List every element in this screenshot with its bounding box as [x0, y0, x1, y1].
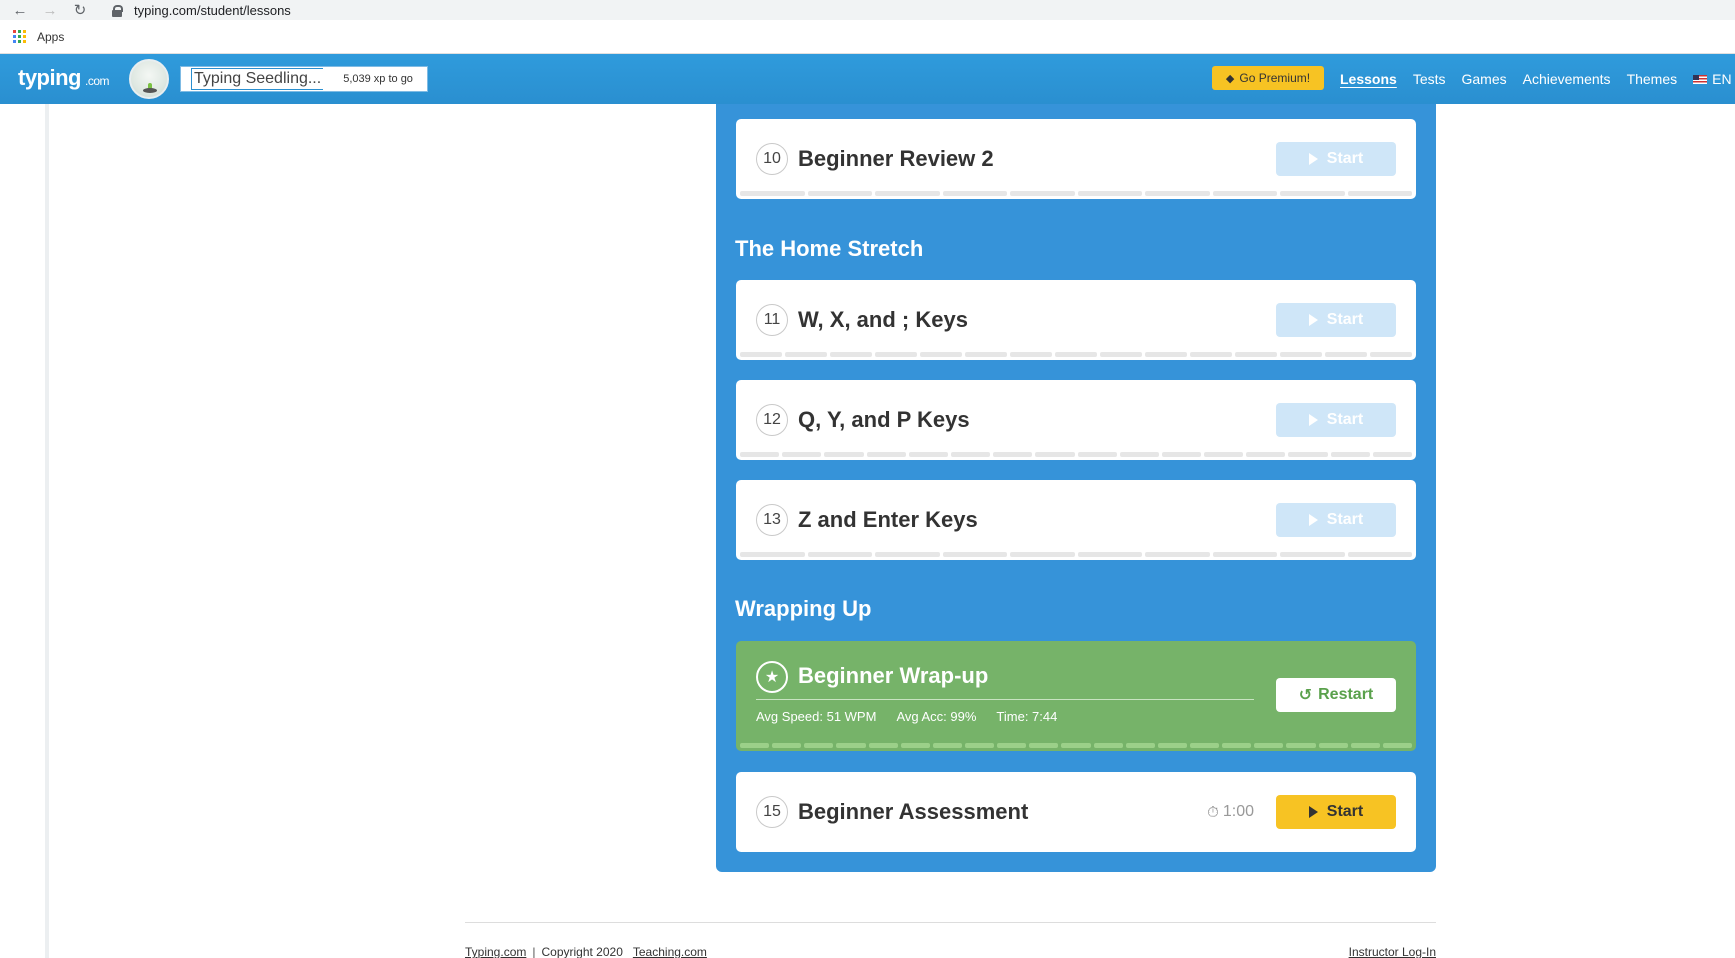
lesson-card-15[interactable]: 15 Beginner Assessment ⏱ 1:00 Start [736, 772, 1416, 852]
section-title-wrapping-up: Wrapping Up [735, 596, 872, 621]
lesson-title: Q, Y, and P Keys [798, 407, 970, 432]
start-label: Start [1326, 511, 1364, 528]
level-name: Typing Seedling... [191, 68, 324, 90]
xp-level-box[interactable]: Typing Seedling... 5,039 xp to go [180, 66, 428, 92]
lesson-title: Beginner Review 2 [798, 146, 994, 171]
browser-address-bar: ← → ↻ typing.com/student/lessons [0, 0, 1735, 20]
language-selector[interactable]: EN [1712, 71, 1731, 87]
divider [756, 699, 1254, 700]
nav-themes[interactable]: Themes [1627, 71, 1678, 87]
lesson-number: 12 [756, 404, 788, 436]
start-label: Start [1326, 411, 1364, 428]
apps-bookmark[interactable]: Apps [37, 30, 64, 44]
lesson-card-13[interactable]: 13 Z and Enter Keys Start [736, 480, 1416, 560]
back-arrow-icon[interactable]: ← [9, 0, 31, 20]
lesson-progress [740, 191, 1412, 196]
lesson-card-12[interactable]: 12 Q, Y, and P Keys Start [736, 380, 1416, 460]
lesson-card-10[interactable]: 10 Beginner Review 2 Start [736, 119, 1416, 199]
lesson-time: Time: 7:44 [996, 709, 1058, 724]
site-logo[interactable]: typing .com [18, 65, 110, 91]
start-button[interactable]: Start [1276, 403, 1396, 437]
nav-tests[interactable]: Tests [1413, 71, 1446, 87]
lesson-number: 11 [756, 304, 788, 336]
page-side-border [45, 104, 49, 958]
main-nav: Lessons Tests Games Achievements Themes … [1340, 54, 1732, 104]
site-header: typing .com Typing Seedling... 5,039 xp t… [0, 54, 1735, 104]
lesson-number: 13 [756, 504, 788, 536]
avg-accuracy: Avg Acc: 99% [896, 709, 977, 724]
start-label: Start [1326, 150, 1364, 167]
nav-achievements[interactable]: Achievements [1523, 71, 1611, 87]
apps-grid-icon[interactable] [13, 29, 27, 44]
lessons-panel: 10 Beginner Review 2 Start The Home Stre… [716, 104, 1436, 872]
us-flag-icon [1693, 74, 1708, 84]
logo-text: typing [18, 65, 82, 90]
lesson-progress [740, 352, 1412, 357]
play-icon [1308, 153, 1318, 165]
footer-right: Instructor Log-In [1349, 945, 1436, 958]
start-label: Start [1326, 311, 1364, 328]
play-icon [1308, 806, 1318, 818]
lesson-number: 10 [756, 143, 788, 175]
instructor-login-link[interactable]: Instructor Log-In [1349, 945, 1436, 958]
nav-games[interactable]: Games [1462, 71, 1507, 87]
lesson-title: Z and Enter Keys [798, 507, 978, 532]
footer-teaching-link[interactable]: Teaching.com [633, 945, 707, 958]
premium-label: Go Premium! [1239, 71, 1311, 85]
url-text: typing.com/student/lessons [134, 2, 291, 18]
logo-suffix: .com [85, 74, 110, 88]
start-button[interactable]: Start [1276, 795, 1396, 829]
bookmarks-bar: Apps [0, 20, 1735, 54]
play-icon [1308, 514, 1318, 526]
lesson-progress [740, 452, 1412, 457]
history-icon: ↺ [1298, 687, 1313, 704]
nav-lessons[interactable]: Lessons [1340, 71, 1397, 87]
star-icon: ★ [756, 661, 788, 693]
url-field[interactable]: typing.com/student/lessons [112, 0, 291, 20]
play-icon [1308, 414, 1318, 426]
footer-copyright: Copyright 2020 [541, 945, 623, 958]
gem-icon: ◆ [1225, 72, 1235, 85]
restart-button[interactable]: ↺ Restart [1276, 678, 1396, 712]
footer-separator: | [532, 945, 536, 958]
timer-value: 1:00 [1222, 803, 1254, 820]
lock-icon [112, 5, 123, 17]
footer-divider [465, 922, 1436, 923]
lesson-stats: Avg Speed: 51 WPM Avg Acc: 99% Time: 7:4… [756, 709, 1077, 724]
avg-speed: Avg Speed: 51 WPM [756, 709, 877, 724]
section-title-home-stretch: The Home Stretch [735, 236, 924, 261]
lesson-progress [740, 552, 1412, 557]
start-button[interactable]: Start [1276, 303, 1396, 337]
lesson-number: 15 [756, 796, 788, 828]
lesson-timer: ⏱ 1:00 [1207, 803, 1254, 821]
lesson-progress [740, 743, 1412, 748]
go-premium-button[interactable]: ◆ Go Premium! [1212, 66, 1324, 90]
reload-icon[interactable]: ↻ [69, 0, 91, 20]
xp-to-go: 5,039 xp to go [343, 73, 413, 85]
lesson-title: Beginner Wrap-up [798, 663, 989, 688]
avatar[interactable] [129, 59, 169, 99]
lesson-title: W, X, and ; Keys [798, 307, 968, 332]
footer: Typing.com | Copyright 2020 Teaching.com [465, 945, 707, 958]
lesson-title: Beginner Assessment [798, 799, 1029, 824]
forward-arrow-icon[interactable]: → [39, 0, 61, 20]
start-label: Start [1326, 803, 1364, 820]
start-button[interactable]: Start [1276, 142, 1396, 176]
play-icon [1308, 314, 1318, 326]
restart-label: Restart [1318, 686, 1374, 703]
lesson-card-11[interactable]: 11 W, X, and ; Keys Start [736, 280, 1416, 360]
footer-typing-link[interactable]: Typing.com [465, 945, 526, 958]
lesson-card-wrapup[interactable]: ★ Beginner Wrap-up Avg Speed: 51 WPM Avg… [736, 641, 1416, 751]
stopwatch-icon: ⏱ [1207, 803, 1219, 821]
start-button[interactable]: Start [1276, 503, 1396, 537]
